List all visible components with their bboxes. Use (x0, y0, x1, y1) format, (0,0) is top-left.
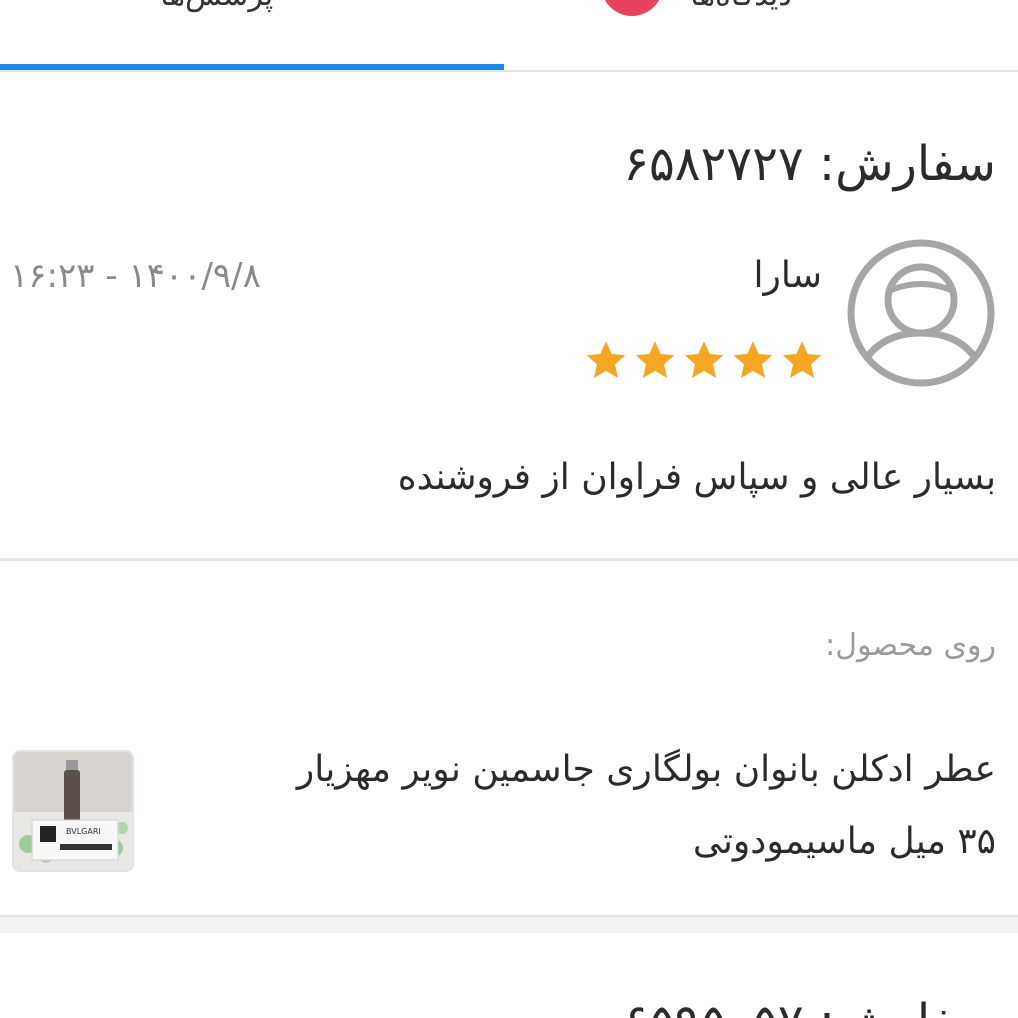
order-title: سفارش: ۶۵۸۲۷۲۷ (623, 136, 996, 192)
card-separator (0, 915, 1018, 933)
section-divider (0, 558, 1018, 561)
star-icon (684, 341, 724, 378)
product-name-line-1: عطر ادکلن بانوان بولگاری جاسمین نویر مهز… (296, 749, 996, 790)
star-icon (586, 341, 626, 378)
reviews-page: پرسش‌ها دیدگاه‌ها سفارش: ۶۵۸۲۷۲۷ سارا ۱۴… (0, 0, 1018, 1018)
reviewer-name: سارا (753, 255, 822, 296)
star-icon (782, 341, 822, 378)
tab-badge (601, 0, 663, 16)
star-icon (635, 341, 675, 378)
user-circle-icon (846, 238, 996, 388)
rating-stars (584, 338, 824, 386)
review-comment: بسیار عالی و سپاس فراوان از فروشنده (397, 457, 996, 498)
product-thumb-brand: BVLGARI (66, 827, 101, 836)
product-thumbnail[interactable]: BVLGARI (12, 750, 134, 872)
active-tab-indicator (0, 64, 504, 70)
review-date-time: ۱۴۰۰/۹/۸ - ۱۶:۲۳ (10, 256, 261, 296)
star-icon (733, 341, 773, 378)
tab-questions[interactable]: پرسش‌ها (160, 0, 273, 18)
on-product-label: روی محصول: (825, 628, 996, 663)
product-name-line-2: ۳۵ میل ماسیمودوتی (692, 821, 996, 862)
tab-bar: پرسش‌ها دیدگاه‌ها (0, 0, 1018, 72)
tab-reviews[interactable]: دیدگاه‌ها (690, 0, 792, 18)
product-name[interactable]: عطر ادکلن بانوان بولگاری جاسمین نویر مهز… (216, 734, 996, 878)
next-order-title: سفارش: ۶۵۹۵۰۵۷ (623, 990, 996, 1018)
